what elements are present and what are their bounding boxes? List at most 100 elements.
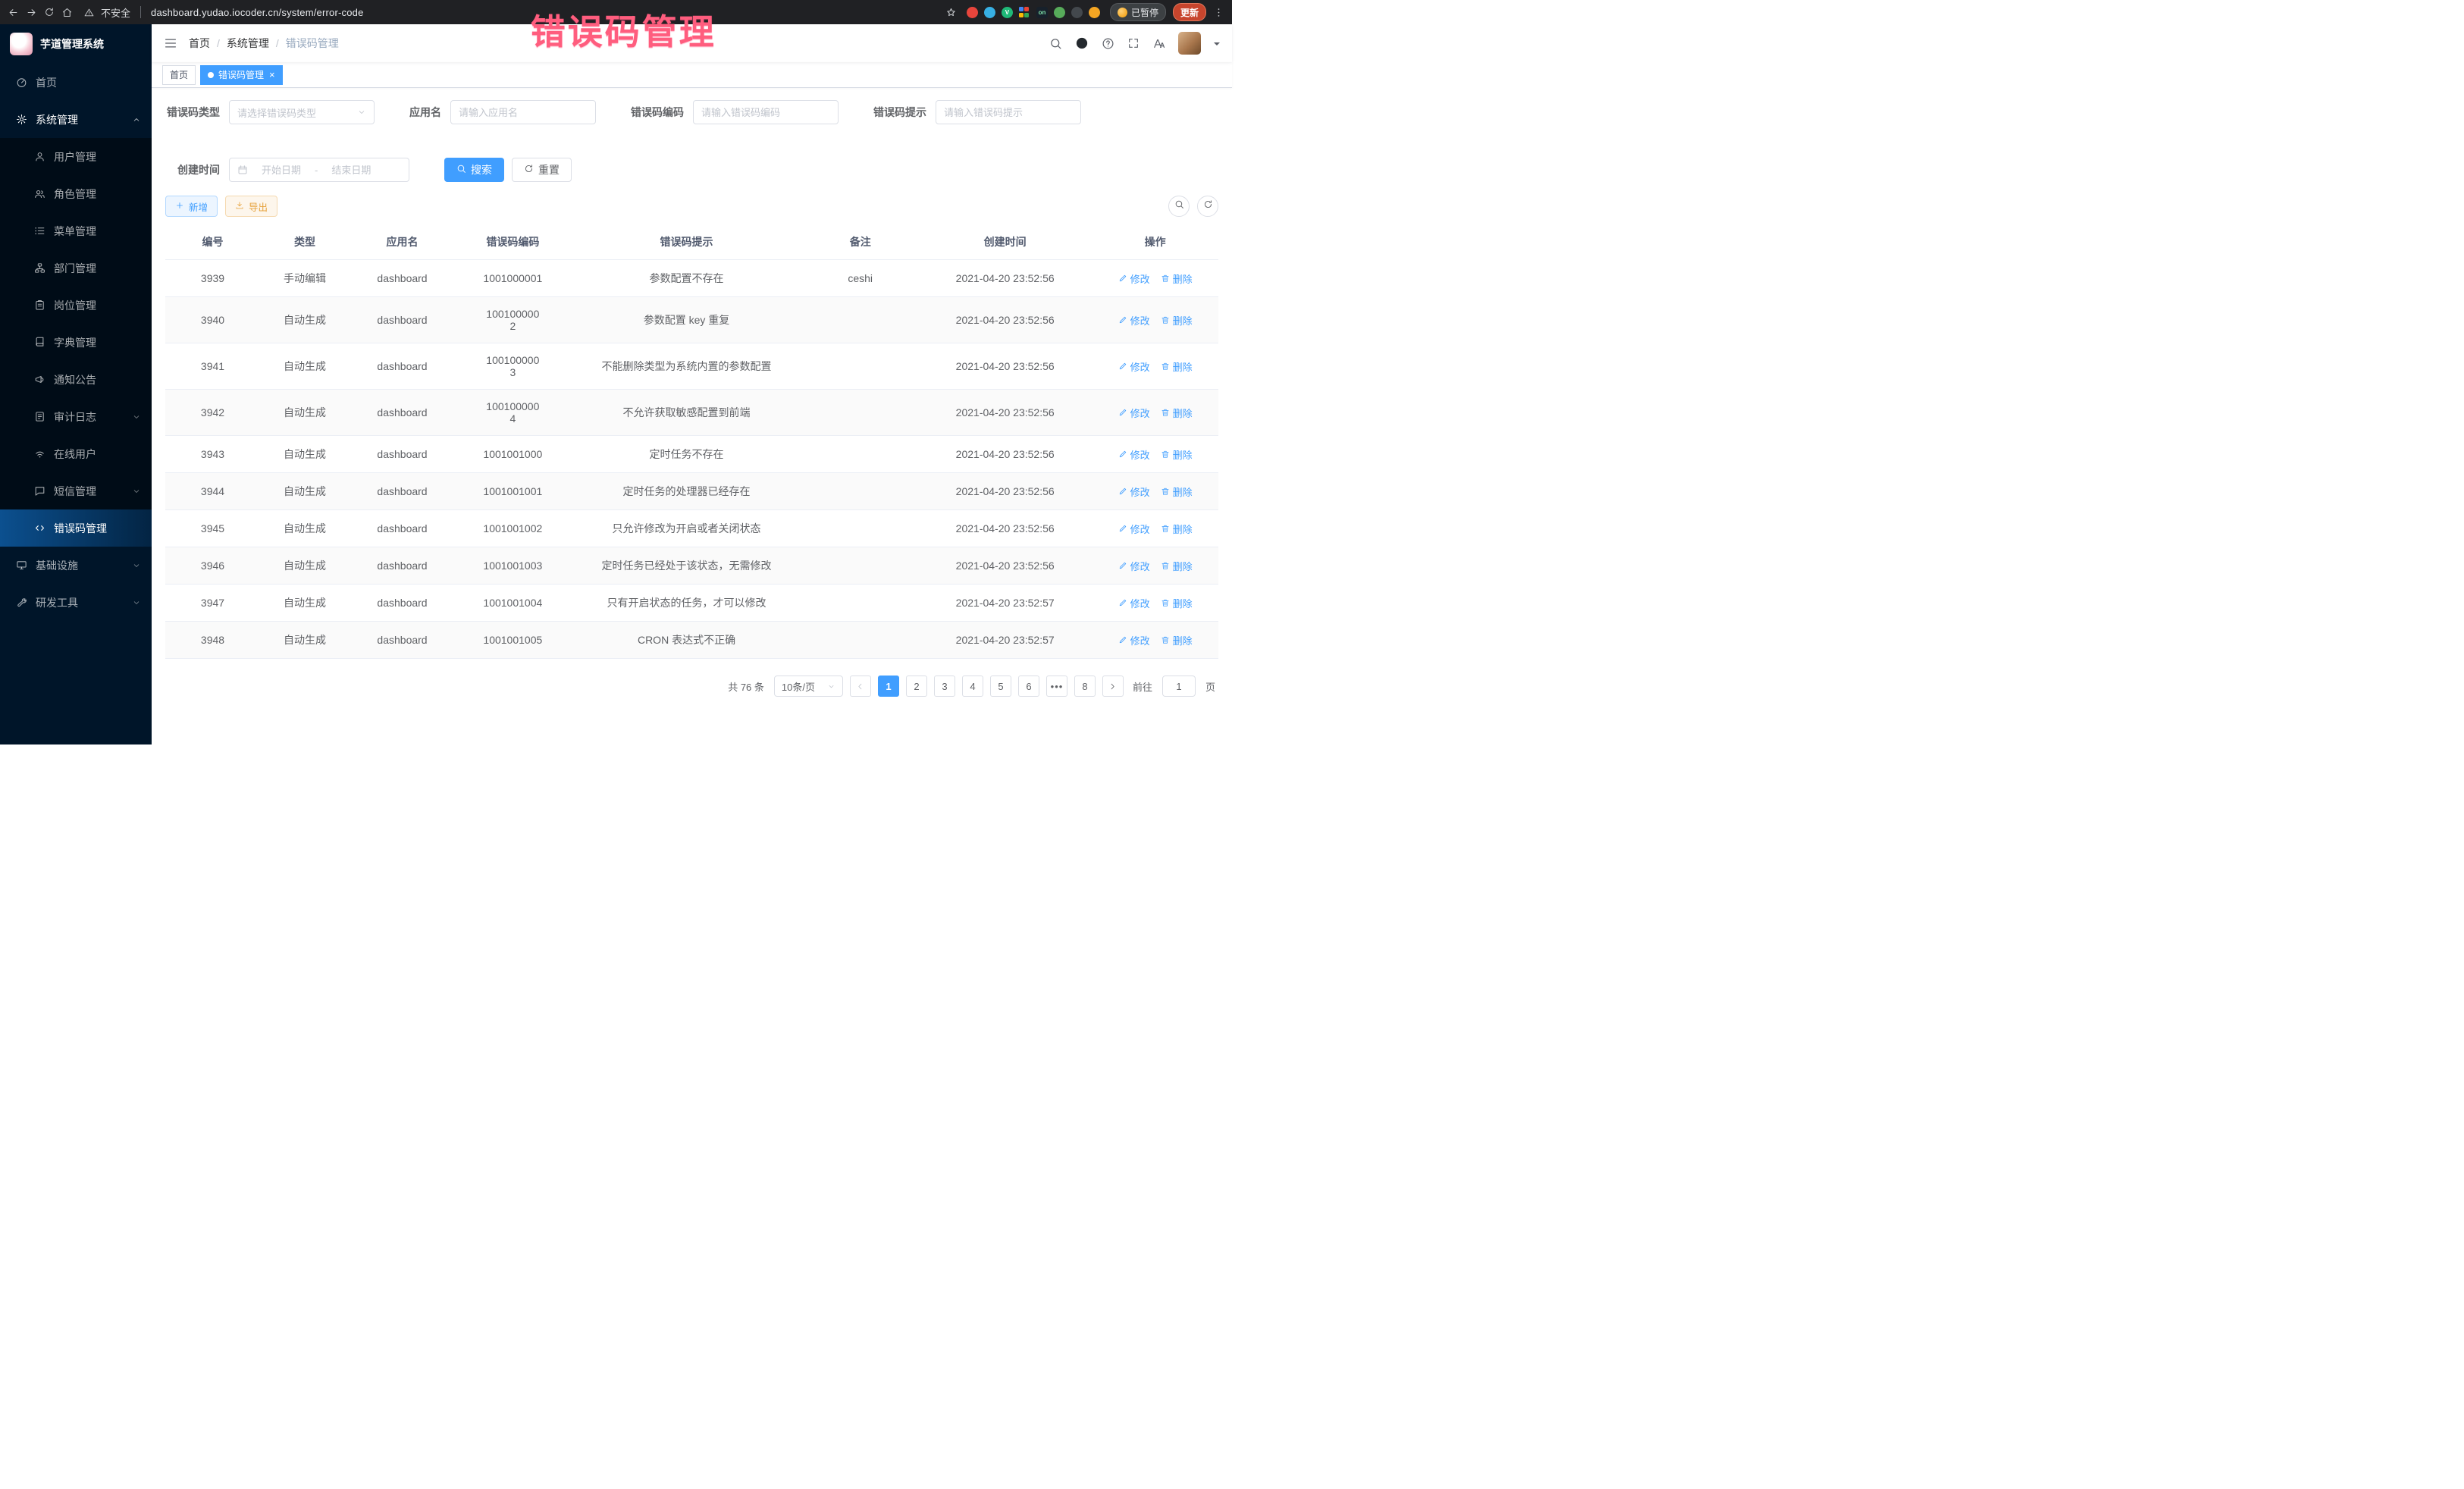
delete-link[interactable]: 删除: [1161, 313, 1193, 328]
avatar[interactable]: [1178, 32, 1201, 55]
update-button[interactable]: 更新: [1173, 3, 1206, 21]
goto-page-input[interactable]: [1162, 676, 1196, 697]
app-logo[interactable]: 芋道管理系统: [0, 24, 152, 64]
tag-error-code[interactable]: 错误码管理×: [200, 65, 283, 85]
caret-down-icon[interactable]: [1214, 42, 1220, 49]
delete-link[interactable]: 删除: [1161, 359, 1193, 374]
sidebar-item-devtool[interactable]: 研发工具: [0, 584, 152, 621]
extension-red-icon[interactable]: [967, 7, 978, 18]
browser-menu-kebab-icon[interactable]: [1213, 7, 1224, 18]
page-button-1[interactable]: 1: [878, 676, 899, 697]
page-button-4[interactable]: 4: [962, 676, 983, 697]
sidebar-item-dict[interactable]: 字典管理: [0, 324, 152, 361]
start-date-input[interactable]: [253, 165, 309, 176]
extension-grid-icon[interactable]: [1019, 7, 1030, 18]
breadcrumb-item[interactable]: 首页: [189, 36, 210, 51]
extension-leaf-icon[interactable]: [1054, 7, 1065, 18]
table-cell: dashboard: [350, 260, 455, 297]
edit-link[interactable]: 修改: [1118, 447, 1150, 462]
extension-dark-icon[interactable]: [1071, 7, 1083, 18]
delete-link[interactable]: 删除: [1161, 447, 1193, 462]
sidebar-item-menu[interactable]: 菜单管理: [0, 212, 152, 249]
page-button-5[interactable]: 5: [990, 676, 1011, 697]
page-button-2[interactable]: 2: [906, 676, 927, 697]
sidebar-item-post[interactable]: 岗位管理: [0, 287, 152, 324]
delete-link[interactable]: 删除: [1161, 522, 1193, 536]
page-button-6[interactable]: 6: [1018, 676, 1039, 697]
paused-badge[interactable]: 已暂停: [1110, 3, 1166, 21]
toggle-search-button[interactable]: [1168, 196, 1190, 217]
sidebar-item-dept[interactable]: 部门管理: [0, 249, 152, 287]
edit-link[interactable]: 修改: [1118, 522, 1150, 536]
end-date-input[interactable]: [323, 165, 379, 176]
edit-link[interactable]: 修改: [1118, 271, 1150, 286]
page-button-3[interactable]: 3: [934, 676, 955, 697]
sidebar-item-notice[interactable]: 通知公告: [0, 361, 152, 398]
edit-link[interactable]: 修改: [1118, 559, 1150, 573]
sidebar-item-audit[interactable]: 审计日志: [0, 398, 152, 435]
more-pages-button[interactable]: •••: [1046, 676, 1067, 697]
edit-link[interactable]: 修改: [1118, 406, 1150, 420]
sidebar-item-sms[interactable]: 短信管理: [0, 472, 152, 509]
hamburger-icon[interactable]: [164, 36, 177, 50]
prev-page-button[interactable]: [850, 676, 871, 697]
table-cell: 2021-04-20 23:52:56: [918, 297, 1092, 343]
delete-link[interactable]: 删除: [1161, 596, 1193, 610]
github-icon[interactable]: [1075, 36, 1089, 50]
home-icon[interactable]: [61, 7, 73, 18]
sidebar-item-infra[interactable]: 基础设施: [0, 547, 152, 584]
extension-blue-icon[interactable]: [984, 7, 995, 18]
help-icon[interactable]: [1102, 37, 1114, 50]
refresh-table-button[interactable]: [1197, 196, 1218, 217]
error-type-select[interactable]: 请选择错误码类型: [229, 100, 375, 124]
sidebar-item-home[interactable]: 首页: [0, 64, 152, 101]
export-button[interactable]: 导出: [225, 196, 277, 217]
table-row: 3944自动生成dashboard1001001001定时任务的处理器已经存在2…: [165, 473, 1218, 510]
app-name-input[interactable]: [459, 107, 588, 118]
error-hint-input[interactable]: [944, 107, 1073, 118]
fullscreen-icon[interactable]: [1127, 37, 1140, 49]
tag-close-icon[interactable]: ×: [269, 70, 275, 80]
font-size-icon[interactable]: [1152, 37, 1165, 50]
page-size-select[interactable]: 10条/页: [774, 676, 843, 697]
bookmark-star-icon[interactable]: [945, 7, 957, 18]
wifi-icon: [34, 448, 45, 459]
sidebar-item-errorcode[interactable]: 错误码管理: [0, 509, 152, 547]
edit-link[interactable]: 修改: [1118, 633, 1150, 647]
edit-link[interactable]: 修改: [1118, 359, 1150, 374]
table-row: 3939手动编辑dashboard1001000001参数配置不存在ceshi2…: [165, 260, 1218, 297]
error-code-input[interactable]: [701, 107, 830, 118]
add-button[interactable]: 新增: [165, 196, 218, 217]
edit-link[interactable]: 修改: [1118, 596, 1150, 610]
sidebar-item-online[interactable]: 在线用户: [0, 435, 152, 472]
sidebar-item-system[interactable]: 系统管理: [0, 101, 152, 138]
delete-link[interactable]: 删除: [1161, 406, 1193, 420]
security-label[interactable]: 不安全: [101, 5, 130, 20]
back-icon[interactable]: [8, 7, 19, 18]
delete-link[interactable]: 删除: [1161, 559, 1193, 573]
vue-devtools-icon[interactable]: V: [1002, 7, 1013, 18]
tag-home[interactable]: 首页: [162, 65, 196, 85]
edit-link[interactable]: 修改: [1118, 484, 1150, 499]
delete-link[interactable]: 删除: [1161, 633, 1193, 647]
forward-icon[interactable]: [26, 7, 37, 18]
toolbar-right: [1168, 196, 1218, 217]
breadcrumb-item[interactable]: 系统管理: [227, 36, 269, 51]
table-cell: 3948: [165, 622, 260, 659]
date-range-picker[interactable]: -: [229, 158, 409, 182]
sidebar-item-role[interactable]: 角色管理: [0, 175, 152, 212]
edit-link[interactable]: 修改: [1118, 313, 1150, 328]
proxy-on-badge-icon[interactable]: on: [1036, 7, 1048, 18]
search-icon[interactable]: [1049, 37, 1062, 50]
table-cell: 自动生成: [260, 436, 350, 473]
page-button-8[interactable]: 8: [1074, 676, 1096, 697]
next-page-button[interactable]: [1102, 676, 1124, 697]
search-button[interactable]: 搜索: [444, 158, 504, 182]
delete-link[interactable]: 删除: [1161, 271, 1193, 286]
reload-icon[interactable]: [44, 7, 55, 17]
delete-link[interactable]: 删除: [1161, 484, 1193, 499]
sidebar-item-user[interactable]: 用户管理: [0, 138, 152, 175]
sidebar: 芋道管理系统 首页系统管理用户管理角色管理菜单管理部门管理岗位管理字典管理通知公…: [0, 24, 152, 744]
profile-avatar-icon[interactable]: [1089, 7, 1100, 18]
reset-button[interactable]: 重置: [512, 158, 572, 182]
